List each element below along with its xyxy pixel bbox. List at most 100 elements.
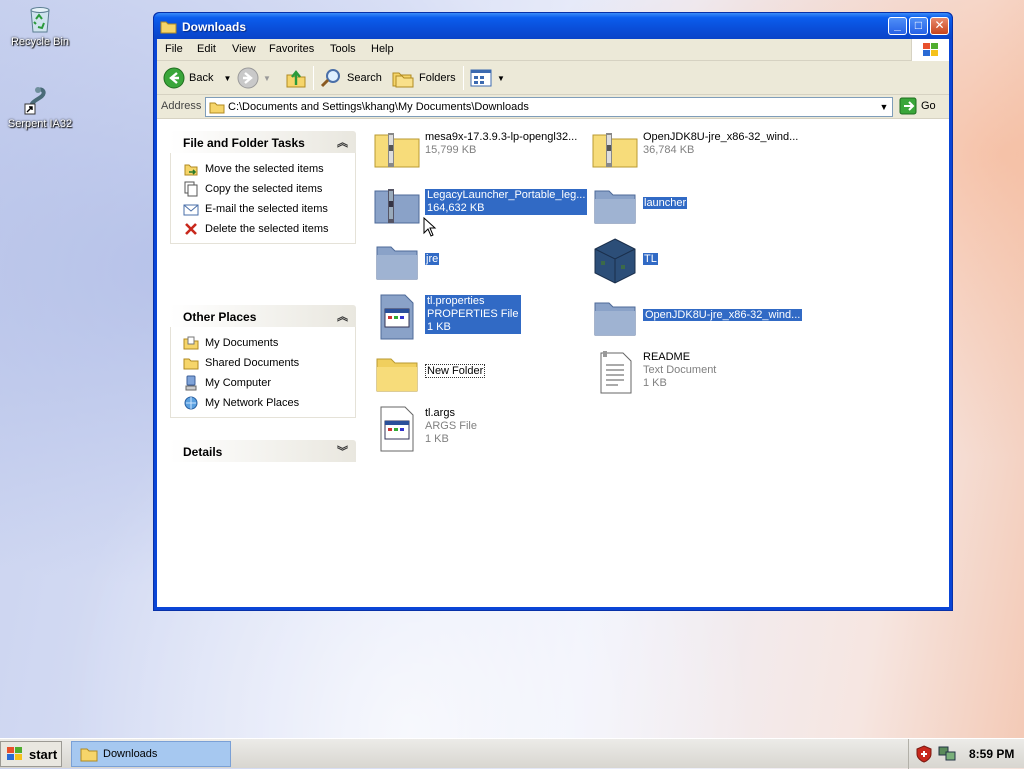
network-places-icon <box>184 396 198 410</box>
go-button[interactable]: Go <box>899 97 936 115</box>
shared-folder-icon <box>183 358 199 370</box>
title-bar[interactable]: Downloads _ □ ✕ <box>154 13 952 39</box>
address-dropdown-button[interactable]: ▼ <box>876 98 892 116</box>
desktop-icon-recycle-bin[interactable]: Recycle Bin <box>0 2 80 48</box>
recycle-bin-icon <box>24 2 56 34</box>
folder-icon <box>591 181 639 229</box>
file-size: 1 KB <box>427 321 451 333</box>
file-item[interactable]: README Text Document 1 KB <box>591 349 811 401</box>
menu-edit[interactable]: Edit <box>197 43 216 55</box>
panel-title: File and Folder Tasks <box>183 136 305 150</box>
folder-icon <box>591 293 639 341</box>
file-item[interactable]: launcher <box>591 181 811 233</box>
address-path: C:\Documents and Settings\khang\My Docum… <box>228 101 529 113</box>
file-name: launcher <box>643 197 688 209</box>
network-status-icon[interactable] <box>937 745 957 763</box>
email-icon <box>183 204 199 216</box>
file-item[interactable]: New Folder <box>373 349 583 401</box>
panel-title: Other Places <box>183 310 257 324</box>
desktop-icon-label: Recycle Bin <box>10 36 70 48</box>
folders-label: Folders <box>419 72 456 84</box>
other-places-panel: Other Places ︽ My Documents Shared Docum… <box>170 305 356 418</box>
zip-folder-icon <box>373 181 421 229</box>
panel-header[interactable]: Other Places ︽ <box>170 305 356 327</box>
maximize-button[interactable]: □ <box>909 17 928 35</box>
expand-chevron-icon[interactable]: ︾ <box>337 443 348 459</box>
file-item[interactable]: tl.properties PROPERTIES File 1 KB <box>373 293 583 345</box>
folder-icon <box>209 102 225 114</box>
properties-file-icon <box>373 293 421 341</box>
toolbar-separator <box>463 66 464 90</box>
forward-button[interactable]: ▼ <box>237 66 271 90</box>
folder-icon <box>373 237 421 285</box>
menu-file[interactable]: File <box>165 43 183 55</box>
explorer-window: Downloads _ □ ✕ File Edit View Favorites… <box>153 12 953 611</box>
file-list: mesa9x-17.3.9.3-lp-opengl32... 15,799 KB … <box>365 121 949 607</box>
file-type: PROPERTIES File <box>427 308 519 320</box>
file-size: 36,784 KB <box>643 144 695 156</box>
file-item[interactable]: tl.args ARGS File 1 KB <box>373 405 583 457</box>
back-label: Back <box>189 72 214 84</box>
chevron-down-icon[interactable]: ▼ <box>497 74 505 83</box>
go-label: Go <box>921 100 936 112</box>
place-network[interactable]: My Network Places <box>183 393 355 413</box>
chevron-down-icon[interactable]: ▼ <box>223 74 231 83</box>
file-name: TL <box>643 253 658 265</box>
folders-button[interactable]: Folders <box>391 66 456 90</box>
file-type: Text Document <box>643 364 717 376</box>
task-delete[interactable]: Delete the selected items <box>183 219 355 239</box>
file-item[interactable]: LegacyLauncher_Portable_leg... 164,632 KB <box>373 181 593 233</box>
chevron-down-icon[interactable]: ▼ <box>263 74 271 83</box>
menu-tools[interactable]: Tools <box>330 43 356 55</box>
forward-arrow-icon <box>237 67 259 89</box>
file-item[interactable]: mesa9x-17.3.9.3-lp-opengl32... 15,799 KB <box>373 125 583 177</box>
panel-title: Details <box>183 445 223 459</box>
close-button[interactable]: ✕ <box>930 17 949 35</box>
file-name: jre <box>425 253 440 265</box>
search-icon <box>320 69 340 88</box>
place-my-documents[interactable]: My Documents <box>183 333 355 353</box>
file-folder-tasks-panel: File and Folder Tasks ︽ Move the selecte… <box>170 131 356 244</box>
args-file-icon <box>373 405 421 453</box>
start-button[interactable]: start <box>0 741 62 767</box>
back-button[interactable]: Back ▼ <box>163 66 231 90</box>
toolbar-separator <box>313 66 314 90</box>
panel-header[interactable]: File and Folder Tasks ︽ <box>170 131 356 153</box>
taskbar-item-downloads[interactable]: Downloads <box>71 741 231 767</box>
menu-view[interactable]: View <box>232 43 256 55</box>
task-move[interactable]: Move the selected items <box>183 159 355 179</box>
address-label: Address <box>161 100 202 112</box>
address-input[interactable]: C:\Documents and Settings\khang\My Docum… <box>205 97 893 117</box>
file-item[interactable]: TL <box>591 237 811 289</box>
folder-icon <box>80 748 98 762</box>
menu-favorites[interactable]: Favorites <box>269 43 314 55</box>
file-name: OpenJDK8U-jre_x86-32_wind... <box>643 309 803 321</box>
panel-header[interactable]: Details ︾ <box>170 440 356 462</box>
minimize-button[interactable]: _ <box>888 17 907 35</box>
address-bar: Address C:\Documents and Settings\khang\… <box>157 95 949 119</box>
search-button[interactable]: Search <box>319 66 382 90</box>
collapse-chevron-icon[interactable]: ︽ <box>337 134 348 150</box>
task-pane: File and Folder Tasks ︽ Move the selecte… <box>157 121 365 607</box>
place-my-computer[interactable]: My Computer <box>183 373 355 393</box>
desktop-icon-serpent[interactable]: Serpent IA32 <box>0 84 80 130</box>
security-shield-icon[interactable] <box>915 745 933 763</box>
window-client: File Edit View Favorites Tools Help Back… <box>157 39 949 607</box>
file-item[interactable]: OpenJDK8U-jre_x86-32_wind... <box>591 293 811 345</box>
tl-app-icon <box>591 237 639 285</box>
details-panel: Details ︾ <box>170 440 356 462</box>
taskbar-item-label: Downloads <box>103 748 158 760</box>
up-folder-button[interactable] <box>285 66 307 90</box>
copy-icon <box>184 181 198 197</box>
menu-help[interactable]: Help <box>371 43 394 55</box>
task-copy[interactable]: Copy the selected items <box>183 179 355 199</box>
place-shared-documents[interactable]: Shared Documents <box>183 353 355 373</box>
collapse-chevron-icon[interactable]: ︽ <box>337 308 348 324</box>
file-item[interactable]: jre <box>373 237 583 289</box>
task-email[interactable]: E-mail the selected items <box>183 199 355 219</box>
views-button[interactable]: ▼ <box>469 66 505 90</box>
file-item[interactable]: OpenJDK8U-jre_x86-32_wind... 36,784 KB <box>591 125 811 177</box>
file-name: README <box>643 351 691 363</box>
file-size: 164,632 KB <box>427 202 485 214</box>
search-label: Search <box>347 72 382 84</box>
